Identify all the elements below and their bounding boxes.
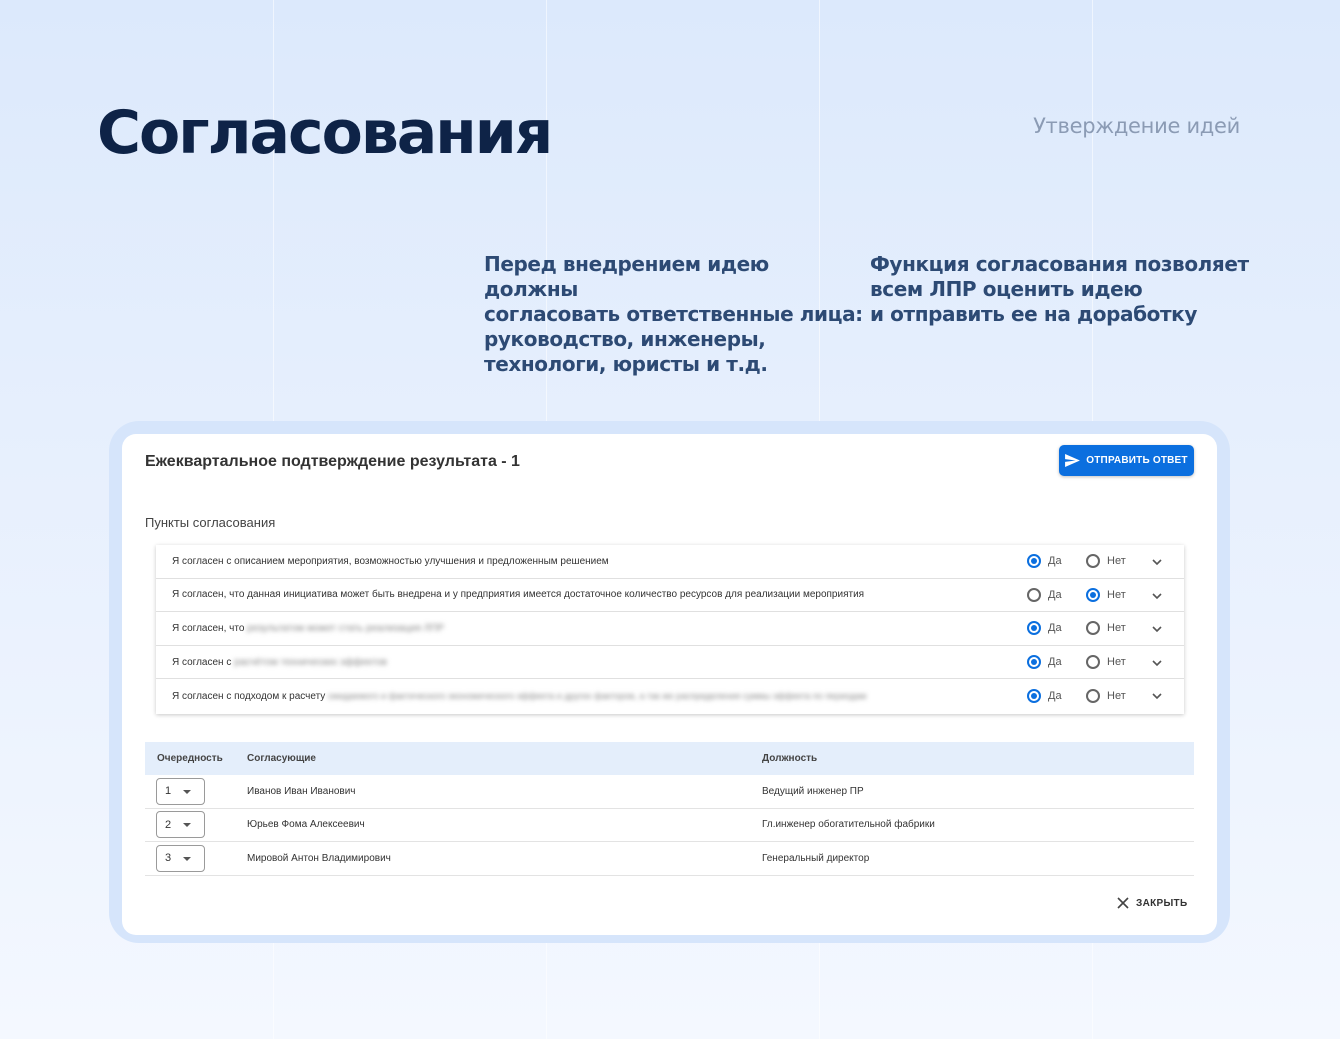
radio-circle-selected	[1086, 587, 1100, 602]
radio-no[interactable]: Нет	[1086, 689, 1126, 704]
intro-left-line: технологи, юристы и т.д.	[484, 352, 768, 376]
approver-name: Мировой Антон Владимирович	[247, 852, 391, 864]
radio-no[interactable]: Нет	[1086, 587, 1126, 602]
table-row: 2 Юрьев Фома Алексеевич Гл.инженер обога…	[145, 809, 1194, 842]
blurred-text: расчётом технических эффектов	[234, 656, 387, 668]
approval-item: Я согласен, что данная инициатива может …	[156, 579, 1184, 613]
radio-no[interactable]: Нет	[1086, 554, 1126, 569]
table-row: 1 Иванов Иван Иванович Ведущий инженер П…	[145, 775, 1194, 809]
approval-item-text: Я согласен с подходом к расчету ожидаемо…	[172, 690, 867, 702]
chevron-down-icon[interactable]	[1151, 691, 1163, 701]
chevron-down-icon[interactable]	[1151, 591, 1163, 601]
approver-name: Юрьев Фома Алексеевич	[247, 819, 365, 831]
approval-item: Я согласен с расчётом технических эффект…	[156, 646, 1184, 680]
radio-yes[interactable]: Да	[1027, 554, 1062, 569]
close-icon	[1117, 897, 1129, 909]
approval-item-text: Я согласен с расчётом технических эффект…	[172, 656, 387, 668]
approval-item: Я согласен с подходом к расчету ожидаемо…	[156, 679, 1184, 713]
approval-dialog: Ежеквартальное подтверждение результата …	[122, 434, 1217, 935]
radio-circle-selected	[1027, 655, 1041, 670]
table-header: Очередность Согласующие Должность	[145, 742, 1194, 775]
radio-circle	[1086, 554, 1100, 569]
order-select[interactable]: 3	[156, 844, 205, 872]
approvers-table: Очередность Согласующие Должность 1 Иван…	[145, 742, 1194, 876]
radio-circle-selected	[1027, 554, 1041, 569]
radio-circle	[1027, 587, 1041, 602]
column-header-approvers: Согласующие	[247, 753, 316, 764]
intro-left-line: Перед внедрением идею должны	[484, 252, 769, 301]
caret-down-icon	[183, 823, 191, 828]
send-answer-button[interactable]: ОТПРАВИТЬ ОТВЕТ	[1059, 445, 1194, 476]
intro-right-line: и отправить ее на доработку	[870, 302, 1197, 326]
radio-no[interactable]: Нет	[1086, 655, 1126, 670]
intro-left-line: согласовать ответственные лица:	[484, 302, 863, 326]
page-title: Согласования	[97, 98, 553, 168]
order-select[interactable]: 1	[156, 777, 205, 805]
radio-circle-selected	[1027, 689, 1041, 704]
intro-right-line: Функция согласования позволяет	[870, 252, 1249, 276]
chevron-down-icon[interactable]	[1151, 658, 1163, 668]
radio-circle	[1086, 689, 1100, 704]
approval-item-text: Я согласен, что результатом может стать …	[172, 622, 445, 634]
approval-item: Я согласен, что результатом может стать …	[156, 612, 1184, 646]
column-header-position: Должность	[762, 753, 818, 764]
screenshot-frame: Ежеквартальное подтверждение результата …	[109, 421, 1230, 943]
radio-yes[interactable]: Да	[1027, 621, 1062, 636]
approval-item: Я согласен с описанием мероприятия, возм…	[156, 545, 1184, 579]
send-icon	[1065, 454, 1081, 467]
intro-right: Функция согласования позволяет всем ЛПР …	[870, 252, 1270, 327]
items-label: Пункты согласования	[145, 515, 276, 530]
approver-position: Гл.инженер обогатительной фабрики	[762, 819, 935, 831]
radio-circle	[1086, 621, 1100, 636]
approver-name: Иванов Иван Иванович	[247, 785, 356, 797]
dialog-title: Ежеквартальное подтверждение результата …	[145, 453, 520, 470]
column-header-order: Очередность	[157, 753, 223, 764]
radio-circle	[1086, 655, 1100, 670]
intro-left: Перед внедрением идею должны согласовать…	[484, 252, 864, 377]
radio-yes[interactable]: Да	[1027, 655, 1062, 670]
close-label: ЗАКРЫТЬ	[1136, 897, 1188, 909]
send-answer-label: ОТПРАВИТЬ ОТВЕТ	[1086, 455, 1188, 466]
radio-yes[interactable]: Да	[1027, 587, 1062, 602]
approver-position: Генеральный директор	[762, 852, 870, 864]
blurred-text: результатом может стать реализация ЛПР	[247, 622, 445, 634]
section-label: Утверждение идей	[1033, 114, 1240, 138]
radio-yes[interactable]: Да	[1027, 689, 1062, 704]
caret-down-icon	[183, 789, 191, 794]
radio-no[interactable]: Нет	[1086, 621, 1126, 636]
order-select[interactable]: 2	[156, 811, 205, 839]
caret-down-icon	[183, 856, 191, 861]
chevron-down-icon[interactable]	[1151, 557, 1163, 567]
table-row: 3 Мировой Антон Владимирович Генеральный…	[145, 842, 1194, 876]
intro-left-line: руководство, инженеры,	[484, 327, 766, 351]
blurred-text: ожидаемого и фактического экономического…	[328, 690, 867, 701]
intro-right-line: всем ЛПР оценить идею	[870, 277, 1143, 301]
approver-position: Ведущий инженер ПР	[762, 785, 864, 797]
approval-item-text: Я согласен, что данная инициатива может …	[172, 589, 865, 601]
chevron-down-icon[interactable]	[1151, 624, 1163, 634]
approval-item-text: Я согласен с описанием мероприятия, возм…	[172, 555, 609, 567]
close-button[interactable]: ЗАКРЫТЬ	[1117, 897, 1187, 909]
radio-circle-selected	[1027, 621, 1041, 636]
approval-items: Я согласен с описанием мероприятия, возм…	[156, 545, 1184, 714]
